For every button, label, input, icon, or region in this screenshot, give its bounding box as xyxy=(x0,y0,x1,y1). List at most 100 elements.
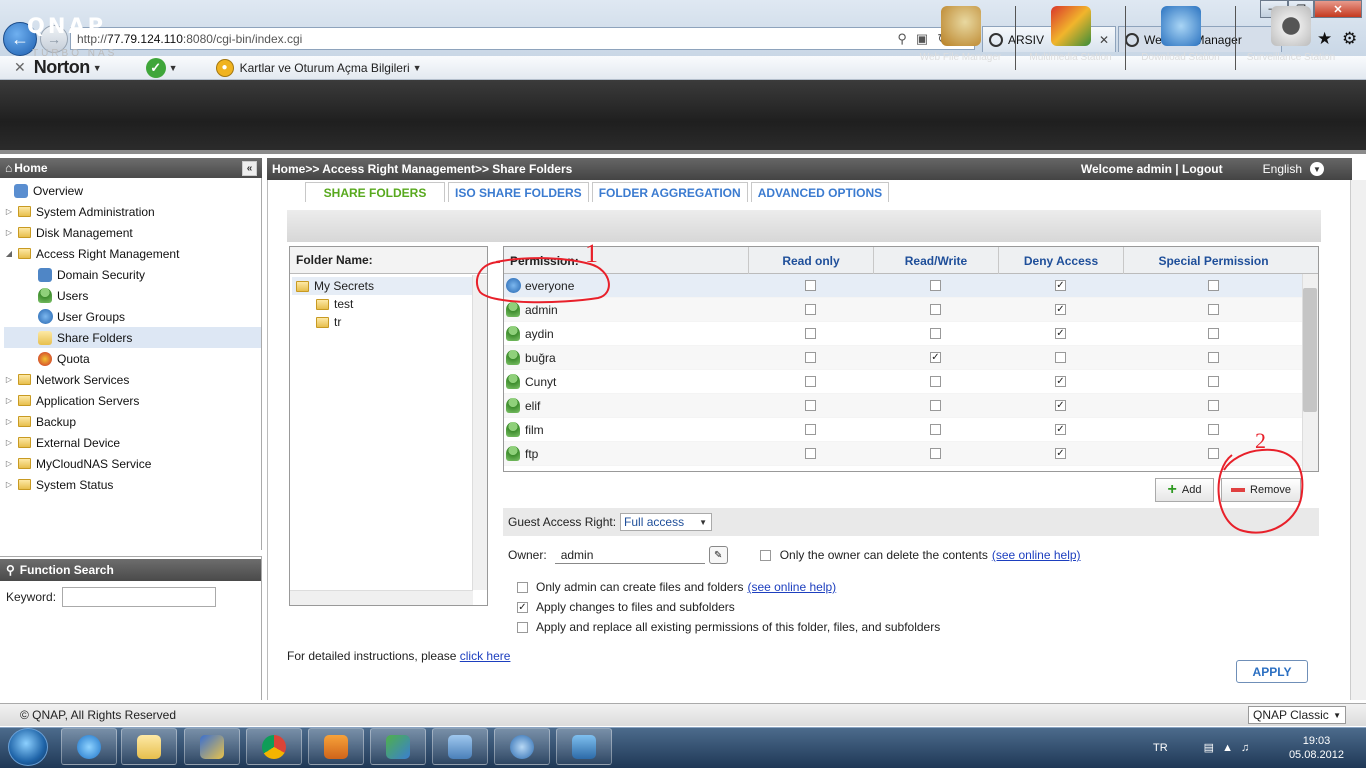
read-only-checkbox[interactable] xyxy=(805,424,816,435)
read-only-checkbox[interactable] xyxy=(805,448,816,459)
expand-arrow-icon[interactable]: ▷ xyxy=(4,480,14,489)
read-only-checkbox[interactable] xyxy=(805,376,816,387)
read-write-checkbox[interactable] xyxy=(930,280,941,291)
expand-arrow-icon[interactable]: ▷ xyxy=(4,207,14,216)
deny-access-checkbox[interactable]: ✓ xyxy=(1055,280,1066,291)
apply-replace-checkbox[interactable] xyxy=(517,621,528,633)
guest-access-select[interactable]: Full access ▼ xyxy=(620,513,713,531)
read-write-checkbox[interactable] xyxy=(930,448,941,459)
language-select[interactable]: English ▼ xyxy=(1263,162,1324,176)
tab-share-folders[interactable]: SHARE FOLDERS xyxy=(305,182,445,202)
sidebar-item-system-status[interactable]: ▷ System Status xyxy=(4,474,261,495)
expand-arrow-icon[interactable]: ▷ xyxy=(4,417,14,426)
clock[interactable]: 19:03 05.08.2012 xyxy=(1289,734,1344,762)
expand-arrow-icon[interactable]: ▷ xyxy=(4,438,14,447)
read-only-checkbox[interactable] xyxy=(805,304,816,315)
signal-icon[interactable]: ▲ xyxy=(1222,742,1233,754)
permission-row[interactable]: ftp ✓ xyxy=(504,442,1318,466)
read-write-checkbox[interactable]: ✓ xyxy=(930,352,941,363)
sidebar-item-domain-security[interactable]: Domain Security xyxy=(4,264,261,285)
language-indicator[interactable]: TR xyxy=(1153,742,1168,754)
page-scrollbar[interactable] xyxy=(1350,180,1366,700)
folder-vscrollbar[interactable] xyxy=(472,275,487,590)
sidebar-item-application-servers[interactable]: ▷ Application Servers xyxy=(4,390,261,411)
sidebar-item-quota[interactable]: Quota xyxy=(4,348,261,369)
read-only-checkbox[interactable] xyxy=(805,400,816,411)
theme-select[interactable]: QNAP Classic ▼ xyxy=(1248,706,1346,724)
start-button[interactable] xyxy=(8,728,48,766)
apply-button[interactable]: APPLY xyxy=(1236,660,1308,683)
read-write-checkbox[interactable] xyxy=(930,400,941,411)
permission-scroll-thumb[interactable] xyxy=(1303,288,1317,412)
sidebar-item-mycloudnas-service[interactable]: ▷ MyCloudNAS Service xyxy=(4,453,261,474)
chevron-down-icon[interactable]: ▼ xyxy=(1310,162,1324,176)
sidebar-home-label[interactable]: Home xyxy=(14,161,47,175)
remove-button[interactable]: Remove xyxy=(1221,478,1301,502)
permission-row[interactable]: elif ✓ xyxy=(504,394,1318,418)
expand-arrow-icon[interactable]: ▷ xyxy=(4,228,14,237)
collapse-arrow-icon[interactable]: ◢ xyxy=(4,249,14,258)
admin-create-checkbox[interactable] xyxy=(517,581,528,593)
special-permission-checkbox[interactable] xyxy=(1207,280,1219,291)
permission-row[interactable]: film ✓ xyxy=(504,418,1318,442)
owner-help-link[interactable]: (see online help) xyxy=(992,548,1081,562)
sidebar-item-disk-management[interactable]: ▷ Disk Management xyxy=(4,222,261,243)
expand-arrow-icon[interactable]: ▷ xyxy=(4,375,14,384)
messenger-taskbar-icon[interactable] xyxy=(370,728,426,765)
folder-item-my-secrets[interactable]: My Secrets xyxy=(292,277,473,295)
web-file-manager-launcher[interactable]: Web File Manager xyxy=(906,6,1016,70)
special-permission-checkbox[interactable] xyxy=(1207,352,1219,363)
sidebar-item-user-groups[interactable]: User Groups xyxy=(4,306,261,327)
read-only-checkbox[interactable] xyxy=(805,352,816,363)
tab-iso-share-folders[interactable]: ISO SHARE FOLDERS xyxy=(448,182,589,202)
download-station-launcher[interactable]: Download Station xyxy=(1126,6,1236,70)
identity-safe-menu[interactable]: Kartlar ve Oturum Açma Bilgileri xyxy=(240,61,410,75)
expand-arrow-icon[interactable]: ▷ xyxy=(4,396,14,405)
close-toolbar-icon[interactable]: ✕ xyxy=(14,59,26,76)
deny-access-checkbox[interactable] xyxy=(1055,352,1066,363)
folder-item-test[interactable]: test xyxy=(290,295,487,313)
itunes-taskbar-icon[interactable] xyxy=(494,728,550,765)
photo-viewer-taskbar-icon[interactable] xyxy=(556,728,612,765)
volume-icon[interactable]: ♫ xyxy=(1241,742,1249,754)
chrome-taskbar-icon[interactable] xyxy=(246,728,302,765)
permission-row[interactable]: Cunyt ✓ xyxy=(504,370,1318,394)
read-write-checkbox[interactable] xyxy=(930,376,941,387)
read-write-checkbox[interactable] xyxy=(930,328,941,339)
chevron-down-icon[interactable]: ▼ xyxy=(93,63,102,73)
expand-arrow-icon[interactable]: ▷ xyxy=(4,459,14,468)
sidebar-item-backup[interactable]: ▷ Backup xyxy=(4,411,261,432)
apply-changes-checkbox[interactable]: ✓ xyxy=(517,601,528,613)
norton-label[interactable]: Norton xyxy=(34,57,90,78)
special-permission-checkbox[interactable] xyxy=(1207,448,1219,459)
folder-item-tr[interactable]: tr xyxy=(290,313,487,331)
permission-row[interactable]: buğra ✓ xyxy=(504,346,1318,370)
edit-owner-icon[interactable]: ✎ xyxy=(708,546,728,564)
tab-folder-aggregation[interactable]: FOLDER AGGREGATION xyxy=(591,182,748,202)
special-permission-checkbox[interactable] xyxy=(1207,424,1219,435)
chevron-down-icon[interactable]: ▼ xyxy=(169,63,178,73)
permission-row[interactable]: aydin ✓ xyxy=(504,322,1318,346)
folder-hscrollbar[interactable] xyxy=(290,590,473,605)
permission-row[interactable]: admin ✓ xyxy=(504,298,1318,322)
special-permission-checkbox[interactable] xyxy=(1207,376,1219,387)
read-write-checkbox[interactable] xyxy=(930,424,941,435)
sidebar-item-system-administration[interactable]: ▷ System Administration xyxy=(4,201,261,222)
owner-field[interactable]: admin xyxy=(554,546,705,564)
network-icon[interactable]: ▤ xyxy=(1204,741,1214,754)
address-bar[interactable]: http://77.79.124.110:8080/cgi-bin/index.… xyxy=(70,27,975,50)
sidebar-item-share-folders[interactable]: Share Folders xyxy=(4,327,261,348)
control-panel-taskbar-icon[interactable] xyxy=(432,728,488,765)
tab-advanced-options[interactable]: ADVANCED OPTIONS xyxy=(750,182,890,202)
app-taskbar-icon[interactable] xyxy=(184,728,240,765)
media-player-taskbar-icon[interactable] xyxy=(308,728,364,765)
deny-access-checkbox[interactable]: ✓ xyxy=(1055,304,1066,315)
ie-taskbar-icon[interactable] xyxy=(61,728,117,765)
sidebar-item-overview[interactable]: Overview xyxy=(4,180,261,201)
collapse-sidebar-icon[interactable]: « xyxy=(242,160,257,176)
sidebar-item-access-right-management[interactable]: ◢ Access Right Management xyxy=(4,243,261,264)
permission-row[interactable]: everyone ✓ xyxy=(504,274,1318,298)
keyword-input[interactable] xyxy=(62,587,217,607)
read-only-checkbox[interactable] xyxy=(805,280,816,291)
sidebar-item-network-services[interactable]: ▷ Network Services xyxy=(4,369,261,390)
